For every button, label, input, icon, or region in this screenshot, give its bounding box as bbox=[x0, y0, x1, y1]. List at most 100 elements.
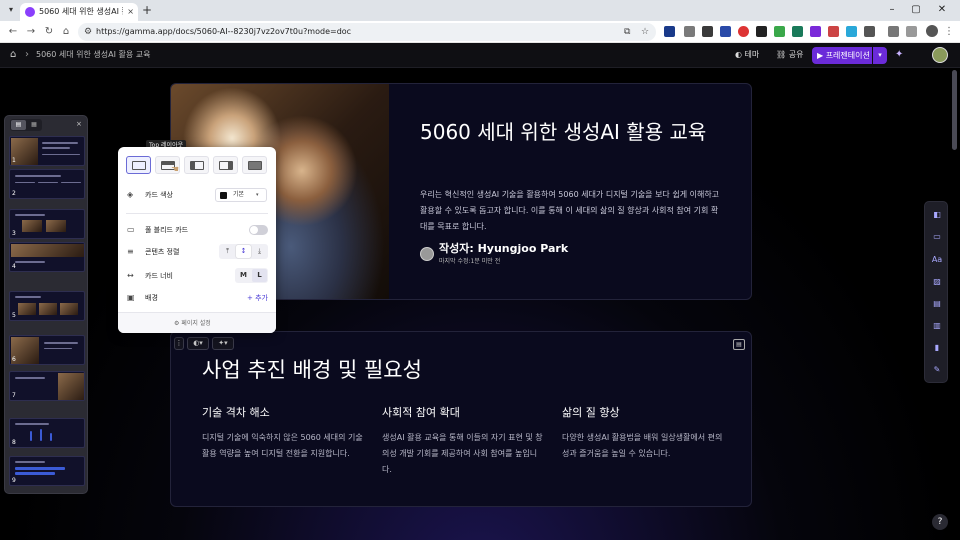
new-tab-button[interactable]: + bbox=[142, 2, 152, 18]
full-bleed-toggle[interactable] bbox=[249, 225, 268, 235]
help-button[interactable]: ? bbox=[932, 514, 948, 530]
extension-icon[interactable] bbox=[810, 26, 821, 37]
tab-search-icon[interactable]: ▾ bbox=[4, 3, 18, 17]
column-heading[interactable]: 삶의 질 향상 bbox=[562, 405, 620, 421]
slide-thumbnail[interactable]: 4 bbox=[9, 242, 85, 272]
text-icon[interactable]: Aa bbox=[931, 255, 943, 265]
chart-icon[interactable]: ▮ bbox=[931, 343, 943, 353]
browser-tab[interactable]: 5060 세대 위한 생성AI 활용 교 × bbox=[20, 3, 138, 21]
back-icon[interactable]: ← bbox=[6, 24, 20, 40]
card-style-button[interactable]: ◐▾ bbox=[187, 337, 209, 350]
pen-icon[interactable]: ✎ bbox=[931, 365, 943, 375]
slide-thumbnail[interactable]: 8 bbox=[9, 418, 85, 448]
present-button[interactable]: ▶ 프레젠테이션 bbox=[812, 47, 872, 64]
extension-icon[interactable] bbox=[774, 26, 785, 37]
align-icon: ≡ bbox=[127, 247, 134, 256]
extension-icon[interactable] bbox=[792, 26, 803, 37]
url-text[interactable]: https://gamma.app/docs/5060-AI--8230j7vz… bbox=[96, 26, 351, 38]
card-color-dropdown[interactable]: 기본 ▾ bbox=[215, 188, 267, 202]
user-avatar[interactable] bbox=[932, 47, 948, 63]
slide-thumbnail[interactable]: 2 bbox=[9, 169, 85, 199]
align-middle-icon[interactable]: ↕ bbox=[236, 245, 251, 258]
link-icon: ⛓ bbox=[776, 50, 789, 59]
site-info-icon[interactable]: ⚙ bbox=[84, 24, 92, 40]
extension-icon[interactable] bbox=[720, 26, 731, 37]
extension-icon[interactable] bbox=[846, 26, 857, 37]
gamma-header: ⌂ › 5060 세대 위한 생성AI 활용 교육 ◐ 테마 ⛓ 공유 ▶ 프레… bbox=[0, 43, 960, 68]
layout-top-button[interactable]: ☚ bbox=[155, 156, 180, 175]
home-icon[interactable]: ⌂ bbox=[10, 48, 16, 62]
chrome-menu-icon[interactable]: ⋮ bbox=[942, 24, 956, 40]
table-icon[interactable]: ▥ bbox=[931, 321, 943, 331]
extension-icon[interactable] bbox=[756, 26, 767, 37]
tab-title: 5060 세대 위한 생성AI 활용 교 bbox=[39, 7, 123, 16]
width-m-button[interactable]: M bbox=[236, 269, 251, 282]
width-l-button[interactable]: L bbox=[252, 269, 267, 282]
shapes-icon[interactable]: ◧ bbox=[931, 210, 943, 220]
extension-icon[interactable] bbox=[828, 26, 839, 37]
column-body[interactable]: 디지털 기술에 익숙하지 않은 5060 세대의 기술 활용 역량을 높여 디지… bbox=[202, 430, 364, 462]
slides-panel: ▤ ▦ × 1 2 3 4 5 6 7 8 9 bbox=[4, 115, 88, 494]
column-heading[interactable]: 사회적 참여 확대 bbox=[382, 405, 460, 421]
align-top-icon[interactable]: ⤒ bbox=[220, 245, 235, 258]
slide-number: 9 bbox=[12, 477, 16, 484]
list-view-icon[interactable]: ▤ bbox=[11, 120, 26, 130]
slide-thumbnail[interactable]: 3 bbox=[9, 209, 85, 239]
page-settings-button[interactable]: ⚙ 페이지 설정 bbox=[118, 312, 276, 333]
layout-left-button[interactable] bbox=[184, 156, 209, 174]
extension-icon[interactable] bbox=[738, 26, 749, 37]
theme-button[interactable]: ◐ 테마 bbox=[735, 49, 759, 61]
layout-default-button[interactable] bbox=[126, 156, 151, 174]
column-body[interactable]: 생성AI 활용 교육을 통해 이들의 자기 표현 및 창의성 개발 기회를 제공… bbox=[382, 430, 544, 478]
slide-number: 1 bbox=[12, 157, 16, 164]
card-title[interactable]: 5060 세대 위한 생성AI 활용 교육 bbox=[420, 118, 730, 146]
minimize-button[interactable]: – bbox=[884, 2, 900, 18]
align-bottom-icon[interactable]: ⤓ bbox=[252, 245, 267, 258]
maximize-button[interactable]: ▢ bbox=[908, 2, 924, 18]
profile-avatar[interactable] bbox=[926, 25, 938, 37]
extension-icon[interactable] bbox=[664, 26, 675, 37]
drag-handle-icon[interactable]: ⋮ bbox=[174, 337, 184, 350]
present-dropdown-icon[interactable]: ▾ bbox=[873, 47, 887, 64]
ai-sparkle-icon[interactable]: ✦ bbox=[895, 48, 903, 62]
grid-view-icon[interactable]: ▦ bbox=[27, 120, 41, 130]
close-window-button[interactable]: ✕ bbox=[934, 2, 950, 18]
side-panel-icon[interactable] bbox=[888, 26, 899, 37]
extensions-puzzle-icon[interactable] bbox=[864, 26, 875, 37]
close-panel-icon[interactable]: × bbox=[76, 119, 82, 129]
forward-icon[interactable]: → bbox=[24, 24, 38, 40]
tab-close-icon[interactable]: × bbox=[127, 6, 134, 18]
downloads-icon[interactable] bbox=[906, 26, 917, 37]
card-menu-icon[interactable]: ▤ bbox=[733, 339, 745, 350]
layout-icon[interactable]: ▤ bbox=[931, 299, 943, 309]
extension-icon[interactable] bbox=[684, 26, 695, 37]
background-add-button[interactable]: + 추가 bbox=[247, 293, 268, 303]
layout-background-button[interactable] bbox=[242, 156, 267, 174]
column-body[interactable]: 다양한 생성AI 활용법을 배워 일상생활에서 편의성과 즐거움을 높일 수 있… bbox=[562, 430, 724, 462]
slide-thumbnail[interactable]: 9 bbox=[9, 456, 85, 486]
card-ai-button[interactable]: ✦▾ bbox=[212, 337, 234, 350]
image-insert-icon[interactable]: ▨ bbox=[931, 277, 943, 287]
home-icon[interactable]: ⌂ bbox=[59, 24, 73, 40]
slide-number: 3 bbox=[12, 230, 16, 237]
slide-thumbnail[interactable]: 6 bbox=[9, 335, 85, 365]
scrollbar[interactable] bbox=[952, 70, 957, 150]
share-button[interactable]: ⛓ 공유 bbox=[776, 49, 803, 61]
card-body-text[interactable]: 우리는 혁신적인 생성AI 기술을 활용하여 5060 세대가 디지털 기술을 … bbox=[420, 187, 720, 235]
layout-right-button[interactable] bbox=[213, 156, 238, 174]
slide-thumbnail[interactable]: 7 bbox=[9, 371, 85, 401]
extension-icon[interactable] bbox=[702, 26, 713, 37]
slide-thumbnail[interactable]: 1 bbox=[9, 136, 85, 166]
card-insert-icon[interactable]: ▭ bbox=[931, 232, 943, 242]
card-title[interactable]: 사업 추진 배경 및 필요성 bbox=[202, 355, 422, 385]
slide-number: 2 bbox=[12, 190, 16, 197]
layout-blank-icon bbox=[132, 161, 146, 170]
address-bar[interactable]: ⚙ https://gamma.app/docs/5060-AI--8230j7… bbox=[78, 23, 656, 41]
slide-thumbnail[interactable]: 5 bbox=[9, 291, 85, 321]
reload-icon[interactable]: ↻ bbox=[42, 24, 56, 40]
column-heading[interactable]: 기술 격차 해소 bbox=[202, 405, 270, 421]
install-app-icon[interactable]: ⧉ bbox=[624, 24, 630, 40]
breadcrumb[interactable]: 5060 세대 위한 생성AI 활용 교육 bbox=[36, 49, 151, 61]
bookmark-star-icon[interactable]: ☆ bbox=[641, 24, 649, 40]
image-icon: ▣ bbox=[127, 293, 135, 302]
